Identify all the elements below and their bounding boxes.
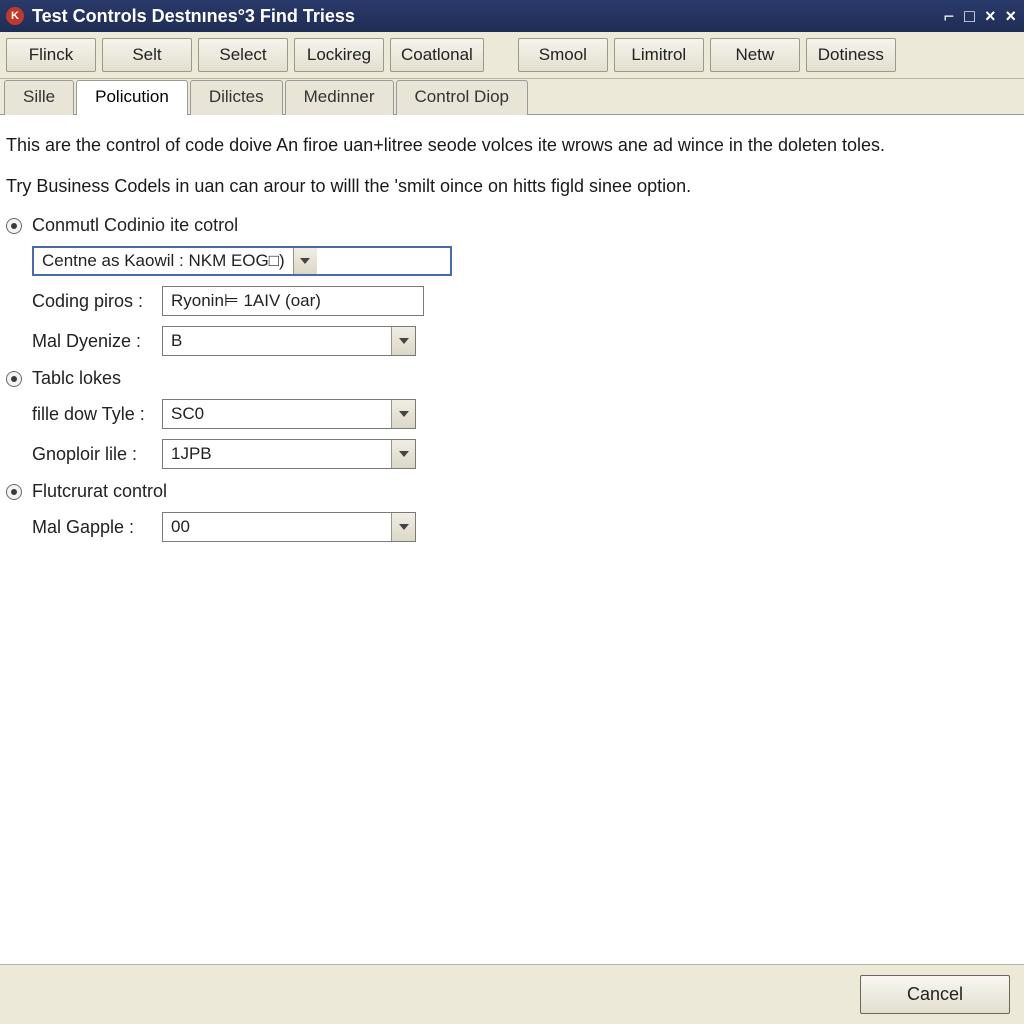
section-title: Flutcrurat control (32, 481, 167, 502)
combo-fille-dow-tyle[interactable]: SC0 (162, 399, 416, 429)
section-conmutl: Conmutl Codinio ite cotrol Centne as Kao… (4, 215, 1012, 356)
input-value: Ryonin⊨ 1AIV (oar) (163, 287, 329, 315)
footer: Cancel (0, 964, 1024, 1024)
cancel-button[interactable]: Cancel (860, 975, 1010, 1014)
field-mal-gapple: Mal Gapple : 00 (32, 512, 1012, 542)
field-mal-dyenize: Mal Dyenize : B (32, 326, 1012, 356)
window-title: Test Controls Destnınes°3 Find Triess (32, 6, 942, 27)
toolbar-flinck[interactable]: Flinck (6, 38, 96, 72)
chevron-down-icon[interactable] (391, 327, 415, 355)
chevron-down-icon[interactable] (293, 248, 317, 274)
combo-value: SC0 (163, 400, 391, 428)
toolbar-dotiness[interactable]: Dotiness (806, 38, 896, 72)
toolbar-smool[interactable]: Smool (518, 38, 608, 72)
app-icon: K (6, 7, 24, 25)
description-1: This are the control of code doive An fi… (4, 133, 1012, 158)
radio-icon[interactable] (6, 484, 22, 500)
tab-dilictes[interactable]: Dilictes (190, 80, 283, 115)
field-label: Coding piros : (32, 291, 162, 312)
tab-control-diop[interactable]: Control Diop (396, 80, 529, 115)
radio-icon[interactable] (6, 218, 22, 234)
close-icon-2[interactable]: × (1003, 6, 1018, 27)
section-title: Tablc lokes (32, 368, 121, 389)
section-header-tablc: Tablc lokes (4, 368, 1012, 389)
description-2: Try Business Codels in uan can arour to … (4, 174, 1012, 199)
toolbar-selt[interactable]: Selt (102, 38, 192, 72)
toolbar-netw[interactable]: Netw (710, 38, 800, 72)
toolbar-lockireg[interactable]: Lockireg (294, 38, 384, 72)
tab-medinner[interactable]: Medinner (285, 80, 394, 115)
toolbar-coational[interactable]: Coatlonal (390, 38, 484, 72)
section-header-flutcrurat: Flutcrurat control (4, 481, 1012, 502)
tab-sille[interactable]: Sille (4, 80, 74, 115)
close-icon[interactable]: × (983, 6, 998, 27)
section-flutcrurat: Flutcrurat control Mal Gapple : 00 (4, 481, 1012, 542)
chevron-down-icon[interactable] (391, 513, 415, 541)
combo-gnoploir-lile[interactable]: 1JPB (162, 439, 416, 469)
tabbar: Sille Policution Dilictes Medinner Contr… (0, 79, 1024, 115)
field-label: Mal Dyenize : (32, 331, 162, 352)
radio-icon[interactable] (6, 371, 22, 387)
window-controls: ⌐ □ × × (942, 6, 1018, 27)
titlebar: K Test Controls Destnınes°3 Find Triess … (0, 0, 1024, 32)
combo-value: 00 (163, 513, 391, 541)
toolbar-limitrol[interactable]: Limitrol (614, 38, 704, 72)
chevron-down-icon[interactable] (391, 400, 415, 428)
restore-icon[interactable]: □ (962, 6, 977, 27)
toolbar-select[interactable]: Select (198, 38, 288, 72)
combo-value: Centne as Kaowil : NKM EOG□) (34, 248, 293, 274)
section-title: Conmutl Codinio ite cotrol (32, 215, 238, 236)
tab-policution[interactable]: Policution (76, 80, 188, 115)
combo-value: B (163, 327, 391, 355)
section-tablc-lokes: Tablc lokes fille dow Tyle : SC0 Gnoploi… (4, 368, 1012, 469)
input-coding-piros[interactable]: Ryonin⊨ 1AIV (oar) (162, 286, 424, 316)
field-label: Gnoploir lile : (32, 444, 162, 465)
toolbar: Flinck Selt Select Lockireg Coatlonal Sm… (0, 32, 1024, 79)
field-label: Mal Gapple : (32, 517, 162, 538)
field-label: fille dow Tyle : (32, 404, 162, 425)
main-panel: This are the control of code doive An fi… (0, 115, 1024, 964)
combo-mal-gapple[interactable]: 00 (162, 512, 416, 542)
combo-centne[interactable]: Centne as Kaowil : NKM EOG□) (32, 246, 452, 276)
field-coding-piros: Coding piros : Ryonin⊨ 1AIV (oar) (32, 286, 1012, 316)
combo-mal-dyenize[interactable]: B (162, 326, 416, 356)
field-fille-dow-tyle: fille dow Tyle : SC0 (32, 399, 1012, 429)
field-centne: Centne as Kaowil : NKM EOG□) (32, 246, 1012, 276)
section-header-conmutl: Conmutl Codinio ite cotrol (4, 215, 1012, 236)
minimize-icon[interactable]: ⌐ (942, 6, 957, 27)
chevron-down-icon[interactable] (391, 440, 415, 468)
field-gnoploir-lile: Gnoploir lile : 1JPB (32, 439, 1012, 469)
combo-value: 1JPB (163, 440, 391, 468)
